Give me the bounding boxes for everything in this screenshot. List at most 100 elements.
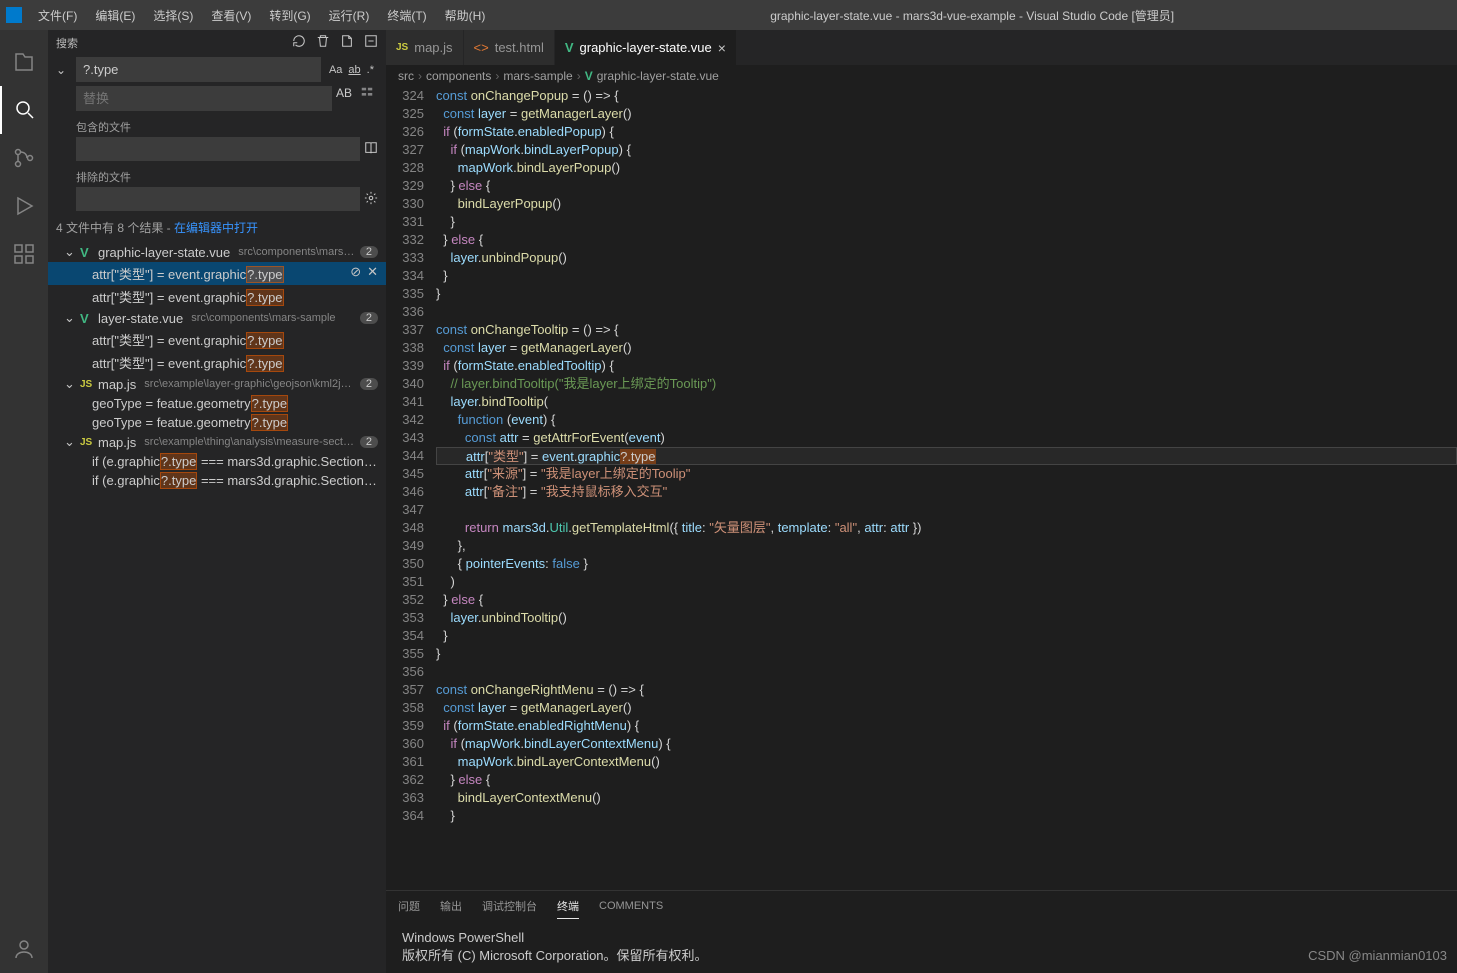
- menu-bar: 文件(F) 编辑(E) 选择(S) 查看(V) 转到(G) 运行(R) 终端(T…: [30, 3, 493, 28]
- result-file[interactable]: ⌄Vlayer-state.vuesrc\components\mars-sam…: [48, 308, 386, 328]
- menu-go[interactable]: 转到(G): [261, 3, 318, 28]
- search-results: ⌄ Vgraphic-layer-state.vue src\components\…: [48, 242, 386, 973]
- vue-icon: V: [80, 245, 94, 259]
- menu-view[interactable]: 查看(V): [203, 3, 259, 28]
- file-name: map.js: [98, 377, 136, 392]
- file-name: map.js: [98, 435, 136, 450]
- js-icon: JS: [396, 42, 408, 53]
- tab-terminal[interactable]: 终端: [557, 894, 579, 919]
- breadcrumb[interactable]: src› components› mars-sample› V graphic-…: [386, 65, 1457, 87]
- menu-edit[interactable]: 编辑(E): [87, 3, 143, 28]
- editor-area: JS map.js <> test.html Vgraphic-layer-state.…: [386, 30, 1457, 973]
- gear-icon[interactable]: [364, 191, 378, 208]
- results-summary: 4 文件中有 8 个结果 - 在编辑器中打开: [48, 213, 386, 242]
- search-icon[interactable]: [0, 86, 48, 134]
- file-path: src\components\mars-sample: [191, 312, 356, 324]
- vscode-icon: [6, 7, 22, 23]
- search-sidebar: 搜索 ⌄ Aa ab .* AB 包含的文件: [48, 30, 386, 973]
- editor-tab[interactable]: JS map.js: [386, 30, 464, 65]
- dismiss-icon[interactable]: ⊘: [350, 264, 361, 280]
- close-icon[interactable]: ×: [718, 40, 726, 56]
- result-match[interactable]: attr["类型"] = event.graphic?.type: [48, 285, 386, 308]
- result-file[interactable]: ⌄ JS map.js src\example\thing\analysis\meas…: [48, 432, 386, 452]
- match-count-badge: 2: [360, 246, 378, 258]
- extensions-icon[interactable]: [0, 230, 48, 278]
- include-input[interactable]: [76, 137, 360, 161]
- new-file-icon[interactable]: [340, 34, 354, 51]
- match-count-badge: 2: [360, 378, 378, 390]
- js-icon: JS: [80, 435, 94, 449]
- tab-label: test.html: [495, 40, 544, 55]
- tab-label: graphic-layer-state.vue: [580, 40, 712, 55]
- file-path: src\example\thing\analysis\measure-secti…: [144, 436, 356, 448]
- editor-tab[interactable]: <> test.html: [464, 30, 555, 65]
- result-file[interactable]: ⌄ Vgraphic-layer-state.vue src\components\…: [48, 242, 386, 262]
- menu-run[interactable]: 运行(R): [321, 3, 378, 28]
- vue-icon: V: [80, 311, 94, 325]
- menu-terminal[interactable]: 终端(T): [379, 3, 434, 28]
- whole-word-icon[interactable]: ab: [348, 64, 360, 76]
- chevron-down-icon[interactable]: ⌄: [64, 376, 76, 392]
- chevron-down-icon[interactable]: ⌄: [64, 310, 76, 326]
- source-control-icon[interactable]: [0, 134, 48, 182]
- chevron-down-icon[interactable]: ⌄: [56, 63, 72, 77]
- exclude-input[interactable]: [76, 187, 360, 211]
- tab-problems[interactable]: 问题: [398, 894, 420, 918]
- tab-debug-console[interactable]: 调试控制台: [482, 894, 537, 918]
- replace-all-icon[interactable]: [356, 86, 378, 111]
- case-sensitive-icon[interactable]: Aa: [329, 64, 342, 76]
- js-icon: JS: [80, 377, 94, 391]
- preserve-case-icon[interactable]: AB: [336, 86, 352, 100]
- breadcrumb-item[interactable]: mars-sample: [503, 69, 572, 83]
- file-path: src\components\mars-sam...: [238, 246, 356, 258]
- editor-tabs: JS map.js <> test.html Vgraphic-layer-state.…: [386, 30, 1457, 65]
- open-in-editor-link[interactable]: 在编辑器中打开: [174, 221, 258, 235]
- window-title: graphic-layer-state.vue - mars3d-vue-exa…: [493, 7, 1451, 24]
- regex-icon[interactable]: .*: [367, 64, 374, 76]
- result-match[interactable]: if (e.graphic?.type === mars3d.graphic.S…: [48, 452, 386, 471]
- result-match[interactable]: attr["类型"] = event.graphic?.type: [48, 351, 386, 374]
- chevron-down-icon[interactable]: ⌄: [64, 244, 76, 260]
- close-icon[interactable]: ✕: [367, 264, 378, 280]
- breadcrumb-item[interactable]: components: [426, 69, 491, 83]
- bottom-panel: 问题 输出 调试控制台 终端 COMMENTS Windows PowerShe…: [386, 890, 1457, 973]
- run-debug-icon[interactable]: [0, 182, 48, 230]
- replace-input[interactable]: [76, 86, 332, 111]
- tab-label: map.js: [414, 40, 452, 55]
- watermark: CSDN @mianmian0103: [1308, 948, 1447, 963]
- code-editor[interactable]: 3243253263273283293303313323333343353363…: [386, 87, 1457, 890]
- refresh-icon[interactable]: [292, 34, 306, 51]
- result-match[interactable]: geoType = featue.geometry?.type: [48, 413, 386, 432]
- match-count-badge: 2: [360, 436, 378, 448]
- title-bar: 文件(F) 编辑(E) 选择(S) 查看(V) 转到(G) 运行(R) 终端(T…: [0, 0, 1457, 30]
- activity-bar: [0, 30, 48, 973]
- search-input[interactable]: [76, 57, 321, 82]
- result-match[interactable]: if (e.graphic?.type === mars3d.graphic.S…: [48, 471, 386, 490]
- file-name: graphic-layer-state.vue: [98, 245, 230, 260]
- tab-output[interactable]: 输出: [440, 894, 462, 918]
- breadcrumb-item[interactable]: src: [398, 69, 414, 83]
- result-match[interactable]: attr["类型"] = event.graphic?.type: [48, 328, 386, 351]
- result-match[interactable]: attr["类型"] = event.graphic?.type⊘✕: [48, 262, 386, 285]
- result-match[interactable]: geoType = featue.geometry?.type: [48, 394, 386, 413]
- vue-icon: V: [565, 40, 574, 55]
- menu-help[interactable]: 帮助(H): [437, 3, 494, 28]
- breadcrumb-item[interactable]: graphic-layer-state.vue: [597, 69, 719, 83]
- collapse-icon[interactable]: [364, 34, 378, 51]
- explorer-icon[interactable]: [0, 38, 48, 86]
- match-count-badge: 2: [360, 312, 378, 324]
- include-label: 包含的文件: [76, 119, 378, 135]
- tab-comments[interactable]: COMMENTS: [599, 896, 663, 916]
- search-title: 搜索: [56, 35, 284, 51]
- file-path: src\example\layer-graphic\geojson\kml2js…: [144, 378, 356, 390]
- menu-file[interactable]: 文件(F): [30, 3, 85, 28]
- clear-icon[interactable]: [316, 34, 330, 51]
- menu-selection[interactable]: 选择(S): [145, 3, 201, 28]
- editor-tab[interactable]: Vgraphic-layer-state.vue ×: [555, 30, 737, 65]
- accounts-icon[interactable]: [0, 925, 48, 973]
- html-icon: <>: [474, 40, 489, 55]
- chevron-down-icon[interactable]: ⌄: [64, 434, 76, 450]
- result-file[interactable]: ⌄ JS map.js src\example\layer-graphic\geojs…: [48, 374, 386, 394]
- terminal-content[interactable]: Windows PowerShell 版权所有 (C) Microsoft Co…: [386, 921, 1457, 973]
- book-icon[interactable]: [364, 141, 378, 158]
